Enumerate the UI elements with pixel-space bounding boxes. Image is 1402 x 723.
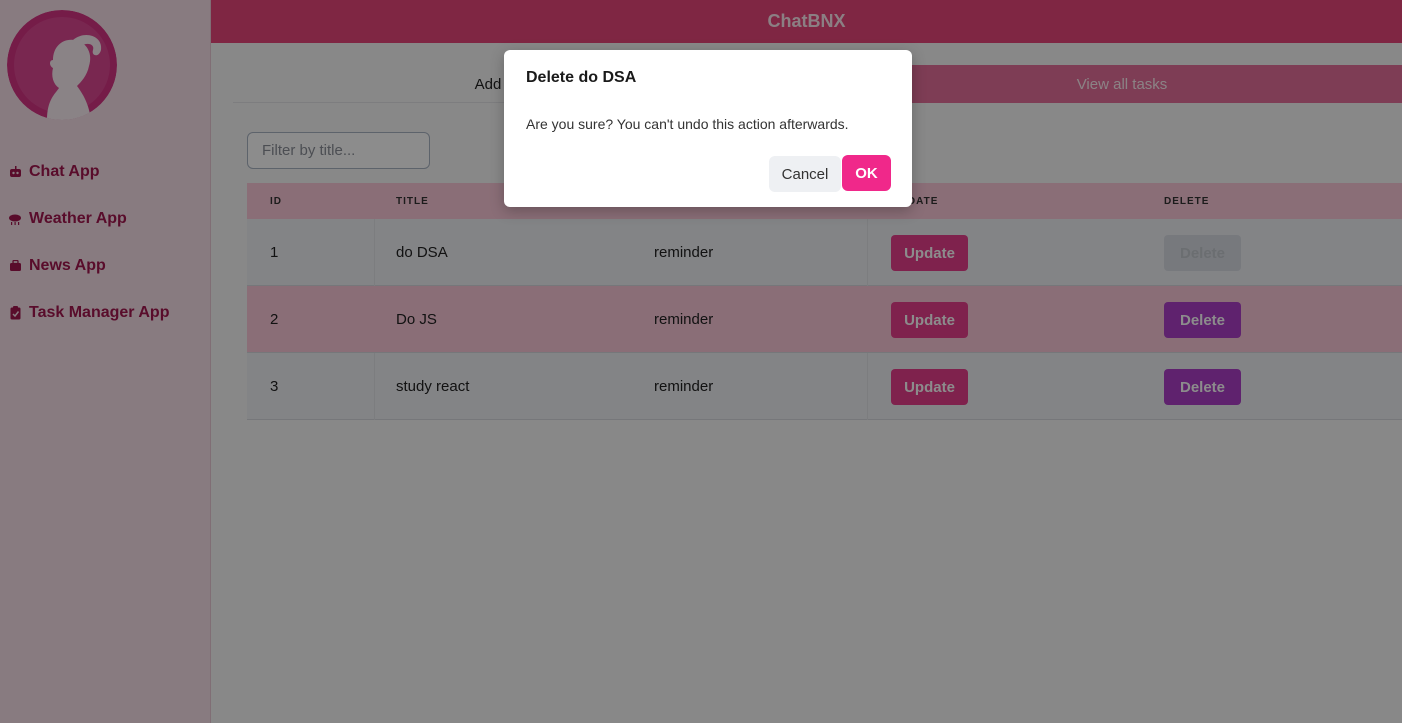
dialog-message: Are you sure? You can't undo this action…: [526, 116, 849, 132]
cancel-button[interactable]: Cancel: [769, 156, 841, 192]
dialog-title: Delete do DSA: [526, 69, 637, 86]
ok-button[interactable]: OK: [842, 155, 891, 191]
delete-confirm-dialog: Delete do DSA Are you sure? You can't un…: [504, 50, 912, 207]
